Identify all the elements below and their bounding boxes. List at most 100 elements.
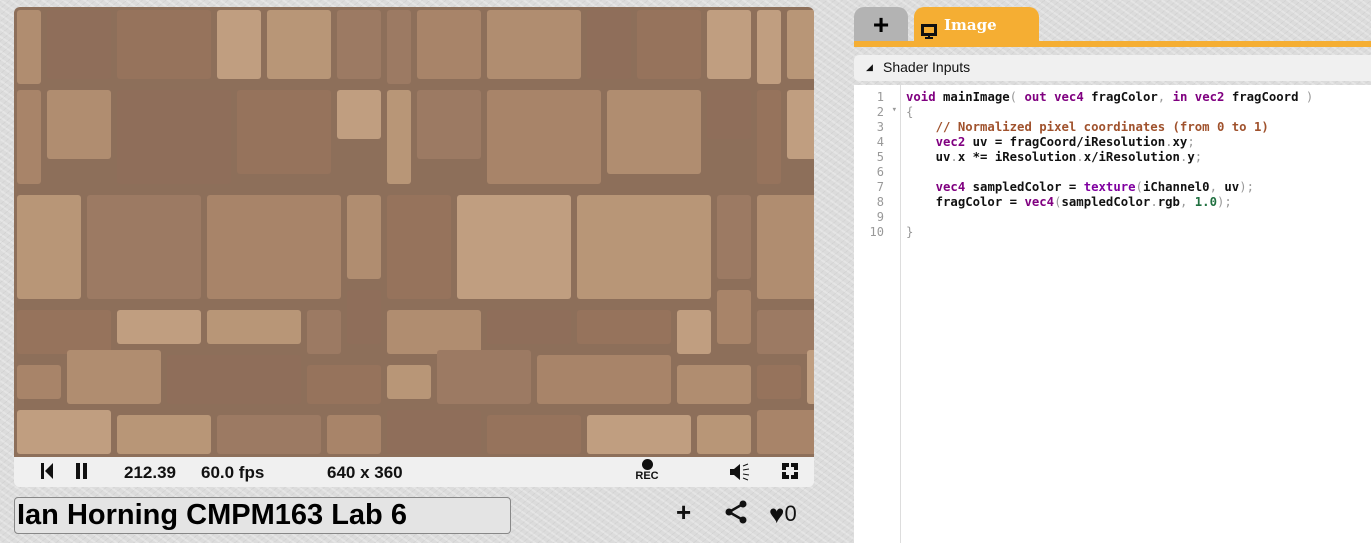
- stone-block: [327, 415, 381, 454]
- stone-block: [417, 90, 481, 159]
- line-number: 7: [876, 180, 884, 194]
- rewind-icon[interactable]: [40, 462, 54, 485]
- record-button[interactable]: REC: [633, 459, 661, 482]
- line-number: 8: [876, 195, 884, 209]
- add-to-playlist-icon[interactable]: +: [676, 497, 691, 528]
- stone-block: [387, 365, 431, 399]
- line-gutter: 1 2 ▾ 3 4 5 6 7 8 9 10: [854, 85, 901, 543]
- code-token: .: [1076, 150, 1084, 164]
- like-count: 0: [784, 501, 797, 526]
- stone-block: [757, 410, 814, 454]
- stone-block: [587, 10, 631, 79]
- code-token: sampledColor: [1061, 195, 1151, 209]
- stone-block: [607, 90, 701, 174]
- code-token: ): [1239, 180, 1247, 194]
- code-token: texture: [1083, 180, 1136, 194]
- pause-icon[interactable]: [75, 462, 89, 485]
- line-number: 4: [876, 135, 884, 149]
- code-area[interactable]: void mainImage( out vec4 fragColor, in v…: [906, 90, 1313, 240]
- stone-block: [17, 90, 41, 184]
- stone-block: [347, 195, 381, 279]
- stone-block: [757, 90, 781, 184]
- code-token: ;: [1246, 180, 1255, 194]
- fps-display: 60.0 fps: [201, 463, 265, 482]
- stone-block: [17, 310, 111, 354]
- resolution-display: 640 x 360: [327, 463, 403, 482]
- stone-block: [17, 410, 111, 454]
- code-token: uv: [906, 150, 951, 164]
- code-line: {: [906, 105, 1313, 120]
- code-line: vec2 uv = fragCoord/iResolution.xy;: [906, 135, 1313, 150]
- code-line: uv.x *= iResolution.x/iResolution.y;: [906, 150, 1313, 165]
- shader-canvas[interactable]: [14, 7, 814, 457]
- stone-block: [337, 90, 381, 139]
- stone-block: [307, 310, 341, 354]
- like-button[interactable]: ♥0: [769, 499, 797, 530]
- shader-inputs-toggle[interactable]: ◢ Shader Inputs: [854, 55, 1371, 81]
- shader-title-input[interactable]: Ian Horning CMPM163 Lab 6: [14, 497, 511, 534]
- stone-block: [707, 10, 751, 79]
- stone-block: [637, 10, 701, 79]
- code-token: rgb: [1157, 195, 1180, 209]
- stone-block: [387, 90, 411, 184]
- code-token: mainImage: [935, 90, 1010, 104]
- stone-block: [707, 90, 751, 139]
- stone-block: [537, 355, 671, 404]
- line-number: 10: [869, 225, 884, 239]
- stone-block: [787, 10, 814, 79]
- code-token: vec4: [1046, 90, 1084, 104]
- stone-block: [117, 90, 231, 184]
- code-token: uv: [1216, 180, 1240, 194]
- line-number: 5: [876, 150, 884, 164]
- shader-player: 212.39 60.0 fps 640 x 360 REC: [14, 7, 814, 487]
- collapse-triangle-icon: ◢: [866, 62, 873, 72]
- stone-block: [387, 410, 481, 454]
- stone-block: [577, 310, 671, 344]
- tab-underline: [854, 41, 1371, 47]
- heart-icon: ♥: [769, 499, 785, 529]
- code-token: y: [1187, 150, 1195, 164]
- line-number: 6: [876, 165, 884, 179]
- code-token: out: [1017, 90, 1047, 104]
- stone-block: [387, 10, 411, 84]
- volume-icon[interactable]: [729, 462, 751, 487]
- fold-arrow-icon[interactable]: ▾: [892, 105, 897, 115]
- code-line: // Normalized pixel coordinates (from 0 …: [906, 120, 1313, 135]
- stone-block: [117, 310, 201, 344]
- stone-block: [437, 350, 531, 404]
- stone-block: [577, 195, 711, 299]
- stone-block: [387, 195, 451, 299]
- stone-block: [587, 415, 691, 454]
- tab-image[interactable]: Image: [914, 7, 1039, 43]
- stone-block: [267, 10, 331, 79]
- stone-block: [207, 195, 341, 299]
- time-display: 212.39: [124, 463, 176, 482]
- stone-block: [387, 310, 481, 354]
- line-number: 3: [876, 120, 884, 134]
- fullscreen-icon[interactable]: [781, 462, 799, 485]
- tab-add[interactable]: +: [854, 7, 908, 43]
- stone-block: [717, 195, 751, 279]
- code-token: fragColor: [1083, 90, 1158, 104]
- record-icon: [641, 459, 653, 470]
- code-token: (: [1054, 195, 1062, 209]
- stone-block: [17, 10, 41, 84]
- stone-block: [217, 10, 261, 79]
- code-line: fragColor = vec4(sampledColor.rgb, 1.0);: [906, 195, 1313, 210]
- code-token: vec4: [906, 180, 966, 194]
- stone-block: [117, 415, 211, 454]
- tab-image-label: Image: [944, 16, 997, 34]
- share-icon[interactable]: [724, 500, 748, 531]
- code-token: fragCoord: [1224, 90, 1306, 104]
- code-token: vec2: [1187, 90, 1225, 104]
- line-number: 2 ▾: [876, 105, 897, 119]
- stone-block: [47, 90, 111, 159]
- stone-block: [87, 195, 201, 299]
- stone-block: [487, 90, 601, 184]
- stone-block: [207, 310, 301, 344]
- code-editor[interactable]: 1 2 ▾ 3 4 5 6 7 8 9 10 void mainImage( out vec4 fr…: [854, 85, 1371, 543]
- stone-block: [417, 10, 481, 79]
- stone-block: [487, 415, 581, 454]
